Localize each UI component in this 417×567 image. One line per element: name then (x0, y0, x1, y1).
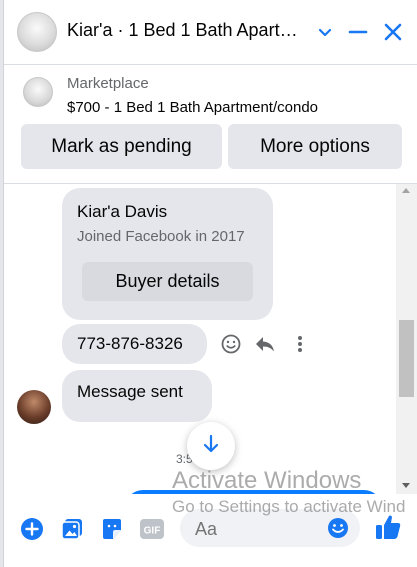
buyer-name: Kiar'a Davis (77, 202, 168, 221)
more-vertical-icon[interactable] (289, 333, 311, 355)
message-input[interactable] (180, 509, 360, 547)
scroll-up-arrow[interactable] (402, 188, 410, 193)
sticker-icon[interactable] (98, 515, 126, 543)
emoji-icon[interactable] (324, 514, 352, 542)
message-text-field[interactable] (195, 519, 325, 540)
chat-window: Kiar'a · 1 Bed 1 Bath Apart… Marketplace… (3, 0, 417, 567)
emoji-react-icon[interactable] (220, 333, 242, 355)
marketplace-label: Marketplace (67, 75, 149, 92)
plus-icon[interactable] (18, 515, 46, 543)
more-options-button[interactable]: More options (228, 124, 402, 169)
chevron-down-icon[interactable] (311, 18, 339, 46)
buyer-details-button[interactable]: Buyer details (82, 262, 253, 301)
svg-text:GIF: GIF (144, 526, 161, 537)
gif-icon[interactable]: GIF (138, 515, 166, 543)
contact-avatar[interactable] (17, 390, 51, 424)
scroll-thumb[interactable] (399, 320, 414, 397)
message-text: 773-876-8326 (77, 334, 183, 353)
scrollbar[interactable] (396, 184, 417, 494)
scroll-down-arrow[interactable] (402, 483, 410, 488)
listing-title[interactable]: $700 - 1 Bed 1 Bath Apartment/condo (67, 99, 318, 116)
minimize-icon[interactable] (344, 18, 372, 46)
reply-icon[interactable] (254, 333, 276, 355)
buyer-info-card: Kiar'a Davis Joined Facebook in 2017 Buy… (62, 188, 273, 320)
listing-thumbnail[interactable] (23, 77, 53, 107)
message-bubble[interactable]: Message sent (62, 370, 212, 422)
arrow-down-icon (202, 434, 220, 459)
message-composer: GIF (4, 494, 417, 567)
chat-header: Kiar'a · 1 Bed 1 Bath Apart… (4, 0, 417, 65)
mark-as-pending-button[interactable]: Mark as pending (21, 124, 222, 169)
chat-title[interactable]: Kiar'a · 1 Bed 1 Bath Apart… (67, 20, 307, 41)
message-bubble[interactable]: 773-876-8326 (62, 324, 207, 364)
scroll-to-bottom-button[interactable] (187, 422, 235, 470)
close-icon[interactable] (379, 18, 407, 46)
marketplace-banner: Marketplace $700 - 1 Bed 1 Bath Apartmen… (4, 65, 417, 184)
message-thread[interactable]: Kiar'a Davis Joined Facebook in 2017 Buy… (4, 184, 417, 494)
photo-icon[interactable] (58, 515, 86, 543)
listing-avatar[interactable] (17, 12, 57, 52)
buyer-joined-text: Joined Facebook in 2017 (77, 228, 245, 245)
thumbs-up-icon[interactable] (374, 513, 402, 541)
message-text: Message sent (77, 382, 183, 401)
